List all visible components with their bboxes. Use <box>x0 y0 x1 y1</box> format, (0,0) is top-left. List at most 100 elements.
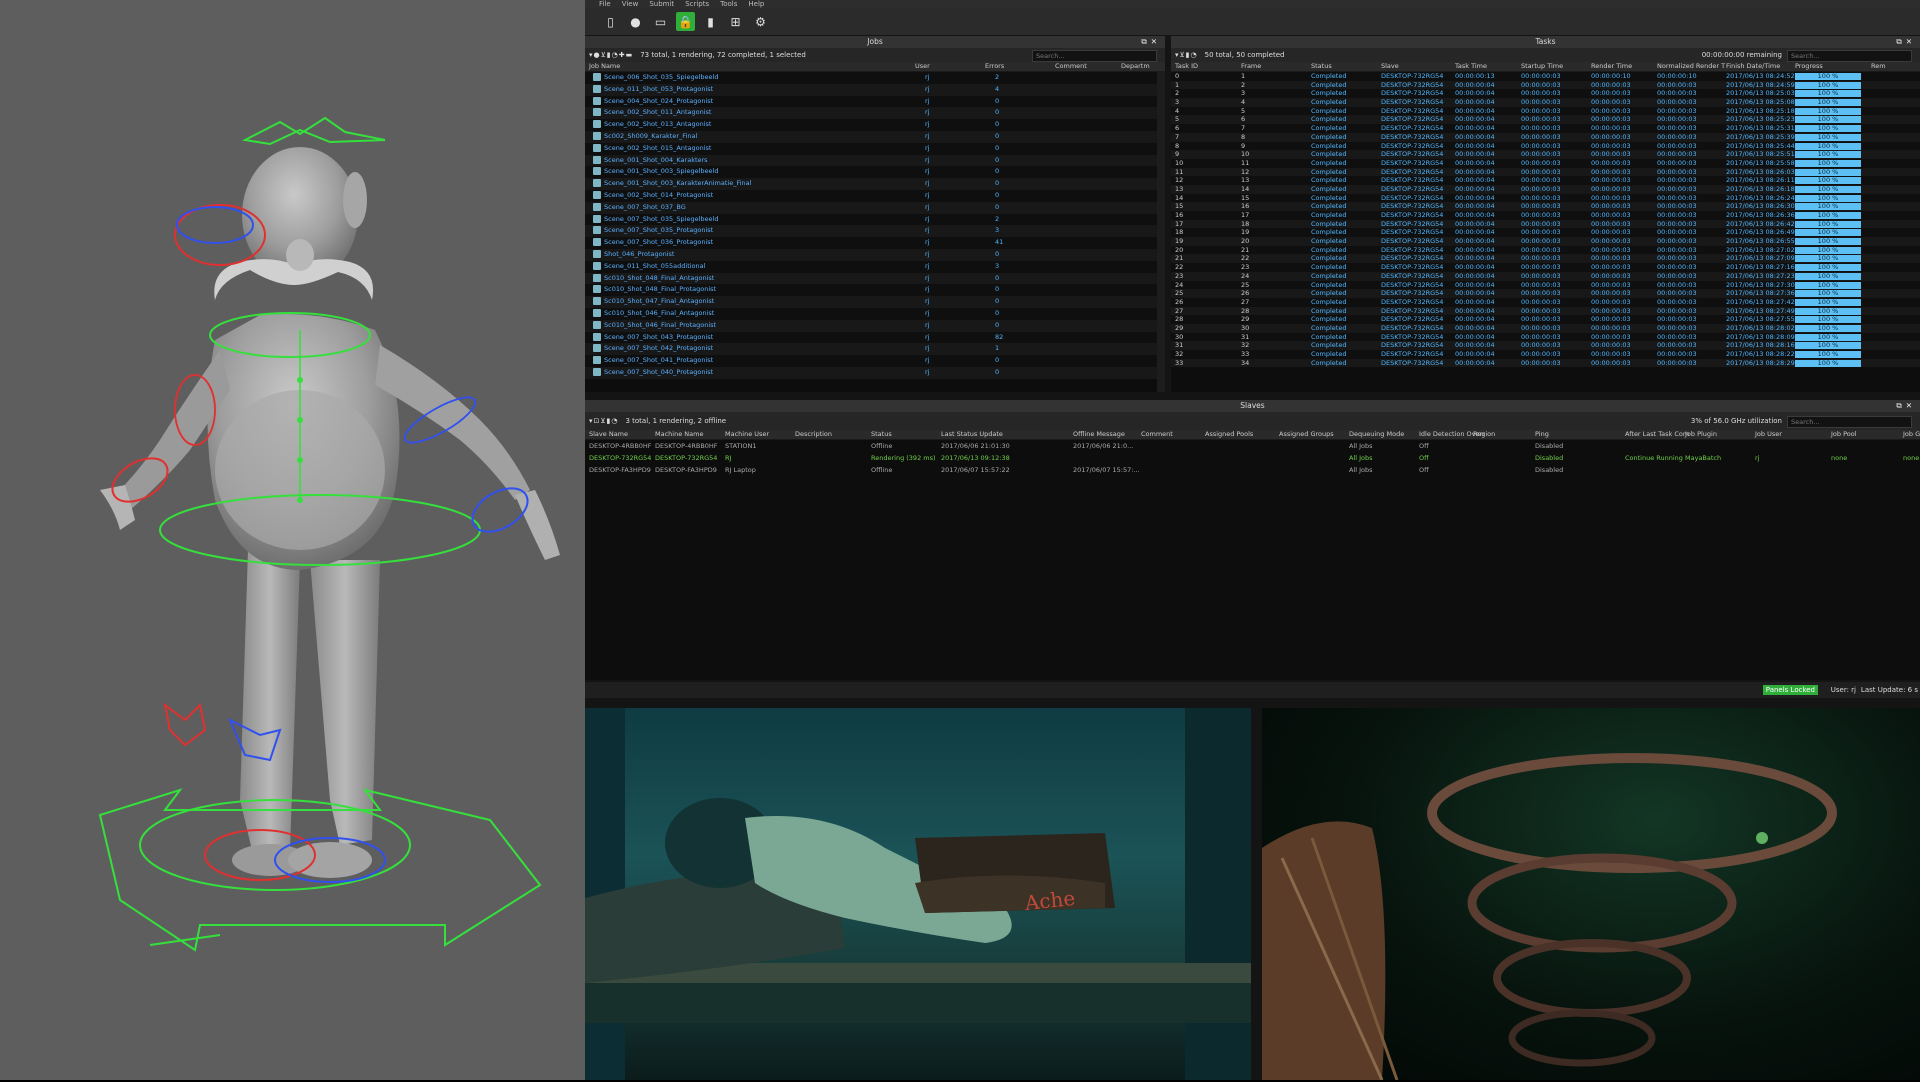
job-row[interactable]: Sc010_Shot_048_Final_Protagonist rj 0 <box>585 284 1165 297</box>
tasks-col-10[interactable]: Rem <box>1871 62 1886 71</box>
task-row[interactable]: 4 5 Completed DESKTOP-732RG54 00:00:00:04 00:… <box>1171 106 1920 116</box>
tasks-col-8[interactable]: Finish Date/Time <box>1726 62 1780 71</box>
slave-row[interactable]: DESKTOP-4RBB0HF DESKTOP-4RBB0HF STATION1 Of… <box>585 440 1920 452</box>
task-row[interactable]: 13 14 Completed DESKTOP-732RG54 00:00:00:04 0… <box>1171 184 1920 194</box>
slaves-col-12[interactable]: Region <box>1473 430 1495 439</box>
job-row[interactable]: Scene_011_Shot_053_Protagonist rj 4 <box>585 83 1165 96</box>
slaves-col-16[interactable]: Job User <box>1755 430 1782 439</box>
task-row[interactable]: 33 34 Completed DESKTOP-732RG54 00:00:00:04 0… <box>1171 358 1920 368</box>
job-row[interactable]: Sc010_Shot_047_Final_Antagonist rj 0 <box>585 296 1165 308</box>
slaves-col-15[interactable]: Job Plugin <box>1685 430 1717 439</box>
slaves-col-5[interactable]: Last Status Update <box>941 430 1003 439</box>
jobs-col-3[interactable]: Comment <box>1055 62 1087 71</box>
slaves-search-input[interactable]: Search... <box>1787 416 1912 428</box>
task-row[interactable]: 30 31 Completed DESKTOP-732RG54 00:00:00:04 0… <box>1171 332 1920 342</box>
job-row[interactable]: Scene_004_Shot_024_Protagonist rj 0 <box>585 95 1165 108</box>
task-row[interactable]: 14 15 Completed DESKTOP-732RG54 00:00:00:04 0… <box>1171 193 1920 203</box>
task-row[interactable]: 1 2 Completed DESKTOP-732RG54 00:00:00:04 00:… <box>1171 80 1920 90</box>
tasks-col-5[interactable]: Startup Time <box>1521 62 1563 71</box>
job-row[interactable]: Sc002_Sh009_Karakter_Final rj 0 <box>585 130 1165 143</box>
bookmark-icon[interactable]: ▮ <box>701 12 720 31</box>
task-row[interactable]: 26 27 Completed DESKTOP-732RG54 00:00:00:04 0… <box>1171 297 1920 307</box>
panel-controls[interactable]: ⧉✕ <box>1896 400 1916 412</box>
job-row[interactable]: Scene_002_Shot_014_Protagonist rj 0 <box>585 189 1165 202</box>
job-row[interactable]: Scene_007_Shot_041_Protagonist rj 0 <box>585 355 1165 367</box>
left-knee-control[interactable] <box>163 702 207 747</box>
task-row[interactable]: 28 29 Completed DESKTOP-732RG54 00:00:00:04 0… <box>1171 315 1920 324</box>
task-row[interactable]: 3 4 Completed DESKTOP-732RG54 00:00:00:04 00:… <box>1171 98 1920 107</box>
job-row[interactable]: Sc010_Shot_046_Final_Protagonist rj 0 <box>585 319 1165 332</box>
task-row[interactable]: 18 19 Completed DESKTOP-732RG54 00:00:00:04 0… <box>1171 228 1920 238</box>
menu-help[interactable]: Help <box>748 0 764 8</box>
slave-row[interactable]: DESKTOP-FA3HPD9 DESKTOP-FA3HPD9 RJ Laptop O… <box>585 464 1920 476</box>
task-row[interactable]: 27 28 Completed DESKTOP-732RG54 00:00:00:04 0… <box>1171 306 1920 316</box>
job-row[interactable]: Scene_007_Shot_035_Spiegelbeeld rj 2 <box>585 213 1165 226</box>
slaves-filter-icons[interactable]: ▾⊡⊻▮◔ <box>589 417 618 425</box>
network-icon[interactable]: ⊞ <box>726 12 745 31</box>
job-row[interactable]: Scene_007_Shot_036_Protagonist rj 41 <box>585 237 1165 249</box>
slaves-col-17[interactable]: Job Pool <box>1831 430 1857 439</box>
task-row[interactable]: 24 25 Completed DESKTOP-732RG54 00:00:00:04 0… <box>1171 280 1920 290</box>
tasks-col-4[interactable]: Task Time <box>1455 62 1487 71</box>
job-row[interactable]: Scene_001_Shot_004_Karakters rj 0 <box>585 154 1165 167</box>
tasks-col-9[interactable]: Progress <box>1795 62 1823 71</box>
job-row[interactable]: Scene_001_Shot_003_Spiegelbeeld rj 0 <box>585 166 1165 179</box>
slaves-col-4[interactable]: Status <box>871 430 892 439</box>
task-row[interactable]: 5 6 Completed DESKTOP-732RG54 00:00:00:04 00:… <box>1171 115 1920 125</box>
job-row[interactable]: Scene_006_Shot_035_Spiegelbeeld rj 2 <box>585 72 1165 84</box>
slaves-col-14[interactable]: After Last Task Com <box>1625 430 1689 439</box>
panel-controls[interactable]: ⧉✕ <box>1896 36 1916 48</box>
slaves-col-10[interactable]: Dequeuing Mode <box>1349 430 1404 439</box>
menu-view[interactable]: View <box>622 0 639 8</box>
lock-icon[interactable]: 🔒 <box>676 12 695 31</box>
tasks-search-input[interactable]: Search... <box>1787 50 1912 62</box>
task-row[interactable]: 25 26 Completed DESKTOP-732RG54 00:00:00:04 0… <box>1171 289 1920 298</box>
slaves-col-18[interactable]: Job G <box>1903 430 1920 439</box>
menu-file[interactable]: File <box>599 0 611 8</box>
task-row[interactable]: 8 9 Completed DESKTOP-732RG54 00:00:00:04 00:… <box>1171 141 1920 151</box>
slaves-col-3[interactable]: Description <box>795 430 832 439</box>
job-row[interactable]: Shot_046_Protagonist rj 0 <box>585 248 1165 261</box>
jobs-col-4[interactable]: Departm <box>1121 62 1150 71</box>
task-row[interactable]: 7 8 Completed DESKTOP-732RG54 00:00:00:04 00:… <box>1171 132 1920 142</box>
task-row[interactable]: 22 23 Completed DESKTOP-732RG54 00:00:00:04 0… <box>1171 263 1920 272</box>
slaves-col-7[interactable]: Comment <box>1141 430 1173 439</box>
eye-control-right[interactable] <box>176 206 254 244</box>
task-row[interactable]: 15 16 Completed DESKTOP-732RG54 00:00:00:04 0… <box>1171 202 1920 211</box>
job-row[interactable]: Scene_002_Shot_011_Antagonist rj 0 <box>585 107 1165 120</box>
task-row[interactable]: 23 24 Completed DESKTOP-732RG54 00:00:00:04 0… <box>1171 271 1920 281</box>
tasks-filter-icons[interactable]: ▾⊻▮◔ <box>1175 51 1198 59</box>
job-row[interactable]: Sc010_Shot_048_Final_Antagonist rj 0 <box>585 272 1165 285</box>
panel-controls[interactable]: ⧉✕ <box>1141 36 1161 48</box>
job-row[interactable]: Scene_007_Shot_040_Protagonist rj 0 <box>585 366 1165 379</box>
jobs-search-input[interactable]: Search... <box>1032 50 1157 62</box>
task-row[interactable]: 20 21 Completed DESKTOP-732RG54 00:00:00:04 0… <box>1171 245 1920 255</box>
tasks-col-6[interactable]: Render Time <box>1591 62 1632 71</box>
jobs-col-0[interactable]: Job Name <box>589 62 620 71</box>
tasks-col-2[interactable]: Status <box>1311 62 1332 71</box>
job-row[interactable]: Scene_007_Shot_037_BG rj 0 <box>585 201 1165 214</box>
menu-scripts[interactable]: Scripts <box>685 0 709 8</box>
slaves-col-1[interactable]: Machine Name <box>655 430 703 439</box>
job-row[interactable]: Scene_007_Shot_035_Protagonist rj 3 <box>585 225 1165 238</box>
slaves-col-6[interactable]: Offline Message <box>1073 430 1125 439</box>
job-row[interactable]: Scene_002_Shot_015_Antagonist rj 0 <box>585 142 1165 155</box>
task-row[interactable]: 2 3 Completed DESKTOP-732RG54 00:00:00:04 00:… <box>1171 89 1920 99</box>
tasks-col-1[interactable]: Frame <box>1241 62 1261 71</box>
slave-row[interactable]: DESKTOP-732RG54 DESKTOP-732RG54 RJ Renderin… <box>585 452 1920 464</box>
tasks-col-3[interactable]: Slave <box>1381 62 1399 71</box>
task-row[interactable]: 6 7 Completed DESKTOP-732RG54 00:00:00:04 00:… <box>1171 124 1920 133</box>
slaves-col-0[interactable]: Slave Name <box>589 430 628 439</box>
task-row[interactable]: 12 13 Completed DESKTOP-732RG54 00:00:00:04 0… <box>1171 176 1920 185</box>
monitor-icon[interactable]: ▯ <box>601 12 620 31</box>
task-row[interactable]: 31 32 Completed DESKTOP-732RG54 00:00:00:04 0… <box>1171 341 1920 350</box>
task-row[interactable]: 21 22 Completed DESKTOP-732RG54 00:00:00:04 0… <box>1171 254 1920 264</box>
tasks-col-0[interactable]: Task ID <box>1175 62 1198 71</box>
task-row[interactable]: 19 20 Completed DESKTOP-732RG54 00:00:00:04 0… <box>1171 237 1920 246</box>
jobs-col-2[interactable]: Errors <box>985 62 1004 71</box>
menu-tools[interactable]: Tools <box>720 0 737 8</box>
job-row[interactable]: Scene_007_Shot_042_Protagonist rj 1 <box>585 343 1165 356</box>
job-row[interactable]: Scene_002_Shot_013_Antagonist rj 0 <box>585 119 1165 131</box>
window-icon[interactable]: ▭ <box>651 12 670 31</box>
task-row[interactable]: 10 11 Completed DESKTOP-732RG54 00:00:00:04 0… <box>1171 158 1920 168</box>
